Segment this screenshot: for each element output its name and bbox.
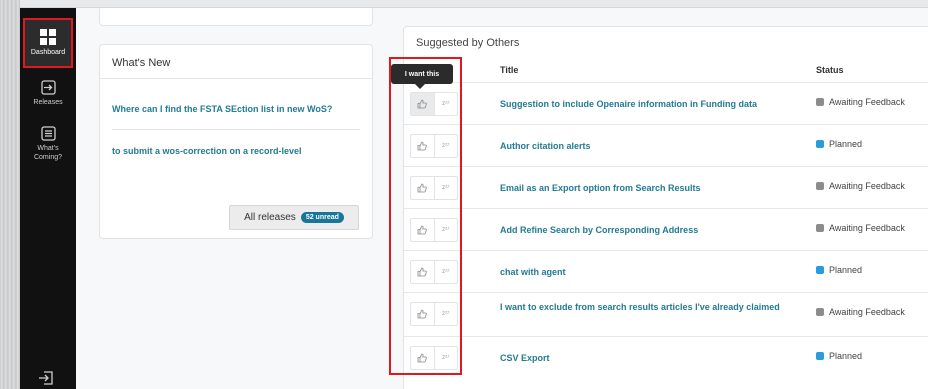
status-label: Awaiting Feedback xyxy=(829,97,905,107)
vote-buttons: zᶻᶻ xyxy=(410,302,458,326)
thumbs-up-icon[interactable] xyxy=(411,219,434,241)
status-dot xyxy=(816,182,824,190)
status-badge: Awaiting Feedback xyxy=(816,97,905,107)
status-label: Planned xyxy=(829,265,863,275)
snooze-icon[interactable]: zᶻᶻ xyxy=(433,177,458,199)
sidebar-item-releases[interactable]: Releases xyxy=(23,68,73,118)
whats-new-link[interactable]: to submit a wos-correction on a record-l… xyxy=(100,146,372,156)
suggestion-row: zᶻᶻ I want to exclude from search results… xyxy=(404,292,928,334)
suggestion-title[interactable]: I want to exclude from search results ar… xyxy=(500,300,800,314)
status-badge: Awaiting Feedback xyxy=(816,181,905,191)
status-dot xyxy=(816,352,824,360)
vote-buttons: zᶻᶻ xyxy=(410,218,458,242)
snooze-icon[interactable]: zᶻᶻ xyxy=(433,347,458,369)
status-dot xyxy=(816,98,824,106)
status-badge: Planned xyxy=(816,351,862,361)
thumbs-up-icon[interactable] xyxy=(411,93,434,115)
thumbs-up-icon[interactable] xyxy=(411,135,434,157)
suggestion-title[interactable]: Add Refine Search by Corresponding Addre… xyxy=(500,223,800,237)
status-dot xyxy=(816,308,824,316)
divider xyxy=(112,129,360,130)
suggestion-title[interactable]: chat with agent xyxy=(500,265,800,279)
whats-new-link[interactable]: Where can I find the FSTA SEction list i… xyxy=(100,104,372,114)
status-label: Planned xyxy=(829,139,863,149)
vote-buttons: zᶻᶻ xyxy=(410,134,458,158)
status-dot xyxy=(816,224,824,232)
card-stub xyxy=(99,8,373,26)
suggestion-title[interactable]: Email as an Export option from Search Re… xyxy=(500,181,800,195)
vote-buttons: zᶻᶻ xyxy=(410,176,458,200)
suggestion-title[interactable]: CSV Export xyxy=(500,351,800,365)
sidebar: Dashboard Releases What's Coming? xyxy=(20,8,76,389)
column-header-title[interactable]: Title xyxy=(500,65,518,75)
column-header-status[interactable]: Status xyxy=(816,65,844,75)
suggestion-row: zᶻᶻ Author citation alerts Planned xyxy=(404,124,928,166)
sidebar-item-dashboard[interactable]: Dashboard xyxy=(23,18,73,68)
suggestion-title[interactable]: Author citation alerts xyxy=(500,139,800,153)
snooze-icon[interactable]: zᶻᶻ xyxy=(433,261,458,283)
sidebar-item-label: Dashboard xyxy=(30,49,66,56)
snooze-icon[interactable]: zᶻᶻ xyxy=(433,219,458,241)
vote-buttons: zᶻᶻ xyxy=(410,346,458,370)
suggestion-row: zᶻᶻ Suggestion to include Openaire inform… xyxy=(404,82,928,124)
vote-buttons: zᶻᶻ xyxy=(410,92,458,116)
all-releases-label: All releases xyxy=(244,212,296,223)
releases-icon xyxy=(40,79,56,95)
status-badge: Planned xyxy=(816,265,862,275)
status-label: Awaiting Feedback xyxy=(829,223,905,233)
vote-buttons: zᶻᶻ xyxy=(410,260,458,284)
status-dot xyxy=(816,140,824,148)
suggestion-row: zᶻᶻ Add Refine Search by Corresponding Ad… xyxy=(404,208,928,250)
panel-title: Suggested by Others xyxy=(416,37,520,49)
whats-new-card: What's New Where can I find the FSTA SEc… xyxy=(99,44,373,239)
unread-badge: 52 unread xyxy=(300,212,344,223)
status-badge: Planned xyxy=(816,139,862,149)
status-badge: Awaiting Feedback xyxy=(816,223,905,233)
status-label: Awaiting Feedback xyxy=(829,181,905,191)
whats-coming-icon xyxy=(40,126,56,141)
suggested-by-others-panel: Suggested by Others Title Status zᶻᶻ Sugg… xyxy=(403,26,928,389)
suggestion-row: zᶻᶻ chat with agent Planned xyxy=(404,250,928,292)
suggestion-row: zᶻᶻ Email as an Export option from Search… xyxy=(404,166,928,208)
status-label: Awaiting Feedback xyxy=(829,307,905,317)
window-edge xyxy=(0,0,20,389)
status-dot xyxy=(816,266,824,274)
tooltip: I want this xyxy=(391,64,453,89)
snooze-icon[interactable]: zᶻᶻ xyxy=(433,303,458,325)
thumbs-up-icon[interactable] xyxy=(411,261,434,283)
thumbs-up-icon[interactable] xyxy=(411,303,434,325)
thumbs-up-icon[interactable] xyxy=(411,347,434,369)
snooze-icon[interactable]: zᶻᶻ xyxy=(433,135,458,157)
status-badge: Awaiting Feedback xyxy=(816,307,905,317)
sidebar-item-whats-coming[interactable]: What's Coming? xyxy=(23,116,73,172)
thumbs-up-icon[interactable] xyxy=(411,177,434,199)
all-releases-button[interactable]: All releases 52 unread xyxy=(229,205,359,230)
suggestion-row: zᶻᶻ CSV Export Planned xyxy=(404,336,928,378)
snooze-icon[interactable]: zᶻᶻ xyxy=(433,93,458,115)
suggestion-title[interactable]: Suggestion to include Openaire informati… xyxy=(500,97,800,111)
whats-new-title: What's New xyxy=(100,45,372,79)
top-bar xyxy=(20,0,928,8)
sidebar-item-label: Releases xyxy=(33,98,63,106)
dashboard-grid-icon xyxy=(40,29,56,45)
logout-icon[interactable] xyxy=(38,371,54,385)
sidebar-item-label: What's Coming? xyxy=(33,145,62,161)
status-label: Planned xyxy=(829,351,863,361)
